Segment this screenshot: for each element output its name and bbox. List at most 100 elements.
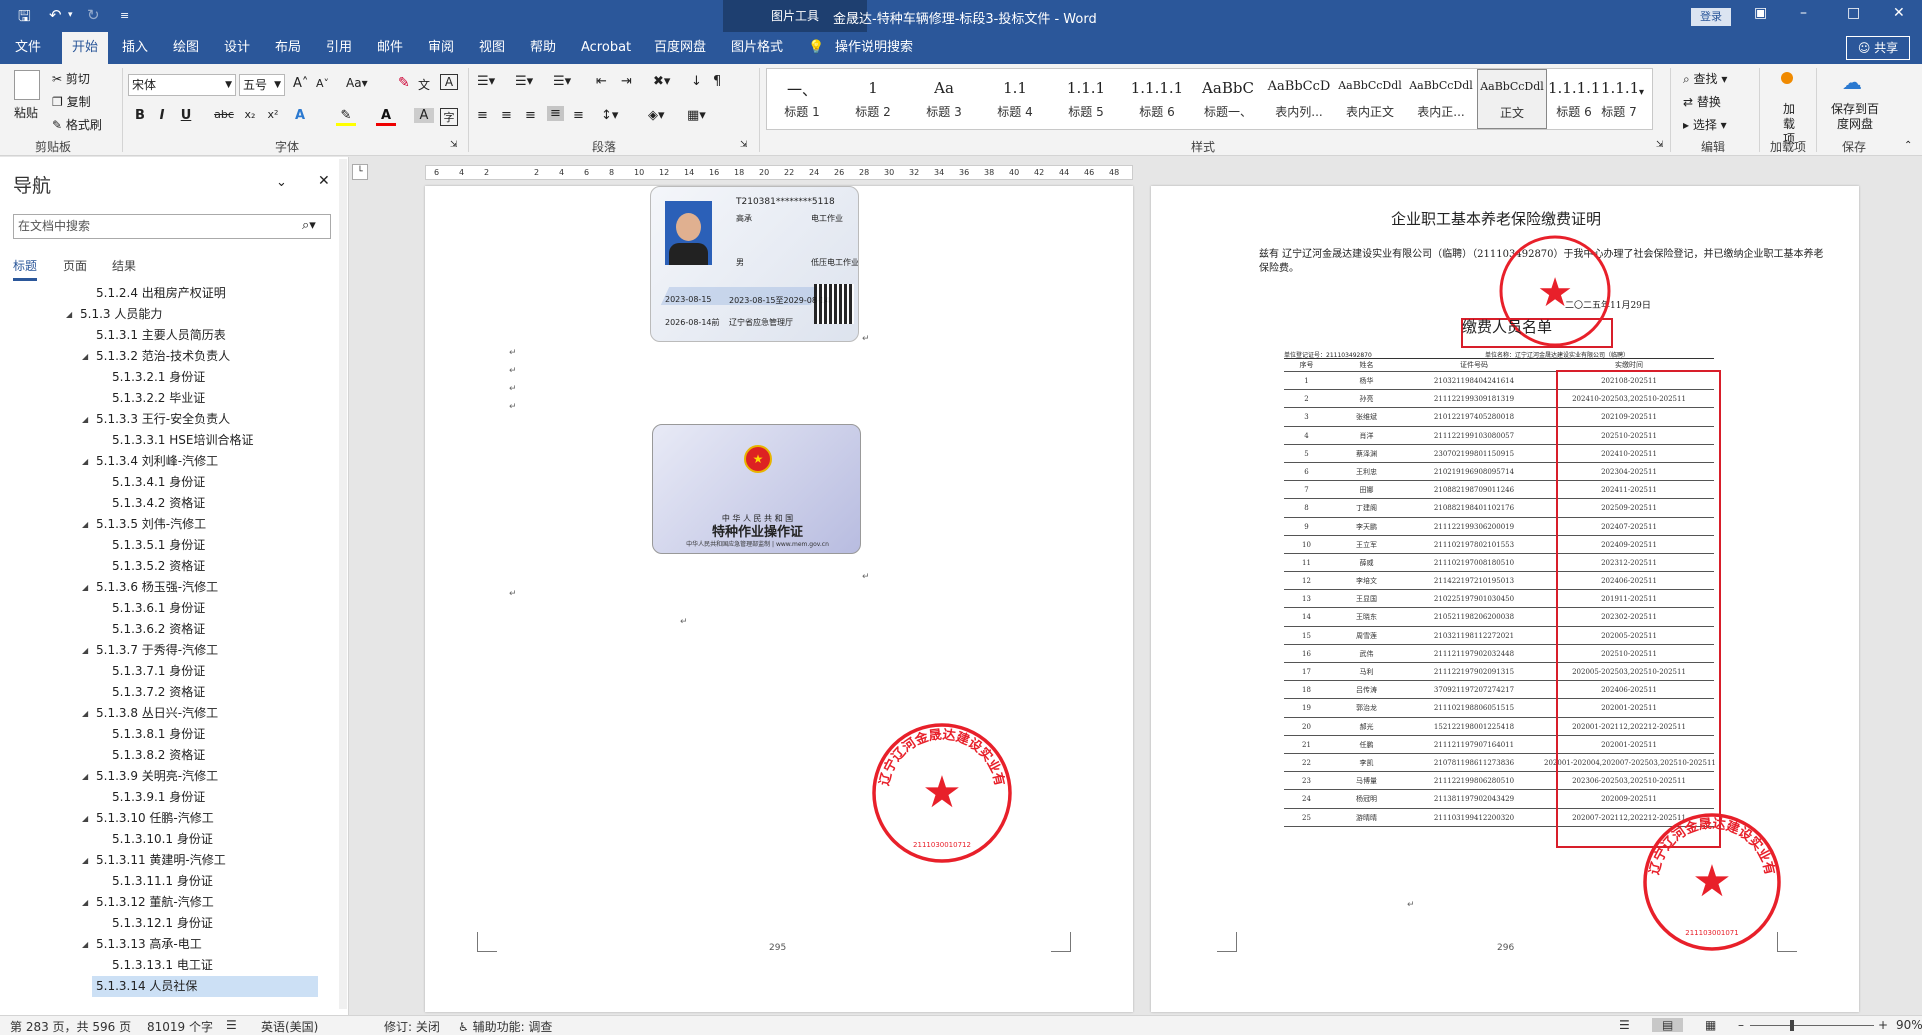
nav-heading-item[interactable]: 5.1.3.5.1 身份证 — [0, 535, 349, 556]
nav-heading-item[interactable]: 5.1.3.8.1 身份证 — [0, 724, 349, 745]
web-layout-icon[interactable]: ▦ — [1705, 1018, 1716, 1032]
page-count[interactable]: 第 283 页，共 596 页 — [10, 1018, 131, 1035]
borders-icon[interactable]: ▦▾ — [687, 108, 706, 123]
accessibility-status[interactable]: ♿ 辅助功能: 调查 — [458, 1018, 552, 1035]
collapse-toggle-icon[interactable]: ◢ — [82, 703, 88, 724]
nav-heading-item[interactable]: 5.1.3.3.1 HSE培训合格证 — [0, 430, 349, 451]
tab-selector[interactable]: └ — [352, 164, 368, 180]
style-item-selected[interactable]: AaBbCcDdl 正文 — [1477, 69, 1547, 129]
nav-heading-item[interactable]: 5.1.3.7.2 资格证 — [0, 682, 349, 703]
language[interactable]: 英语(美国) — [261, 1018, 318, 1035]
ribbon-display-icon[interactable]: ▣ — [1754, 5, 1767, 21]
find-button[interactable]: ⌕ 查找 ▾ — [1683, 70, 1727, 87]
search-icon[interactable]: ⌕▾ — [302, 218, 316, 233]
show-marks-icon[interactable]: ¶ — [713, 74, 721, 89]
multilevel-icon[interactable]: ☰▾ — [553, 74, 571, 89]
baidu-cloud-icon[interactable]: ☁ — [1842, 70, 1862, 94]
font-size-combo[interactable]: 五号 ▼ — [239, 74, 285, 96]
tab-help[interactable]: 帮助 — [530, 32, 556, 64]
tab-layout[interactable]: 布局 — [275, 32, 301, 64]
chinese-layout-icon[interactable]: ✖▾ — [653, 74, 670, 89]
redo-icon[interactable]: ↻ — [87, 6, 100, 24]
style-item[interactable]: 1.1 标题 4 — [980, 69, 1050, 129]
char-border-icon[interactable]: A — [440, 74, 458, 90]
style-item[interactable]: 1.1.1 标题 5 — [1051, 69, 1121, 129]
style-item[interactable]: Aa 标题 3 — [909, 69, 979, 129]
justify-icon[interactable]: ≡ — [547, 106, 564, 121]
style-item[interactable]: 1.1.1.1 标题 6 — [1122, 69, 1192, 129]
select-button[interactable]: ▸ 选择 ▾ — [1683, 116, 1727, 133]
nav-heading-item[interactable]: ◢ 5.1.3.8 丛日兴-汽修工 — [0, 703, 349, 724]
tab-review[interactable]: 审阅 — [428, 32, 454, 64]
collapse-toggle-icon[interactable]: ◢ — [82, 934, 88, 955]
paste-icon[interactable] — [14, 70, 40, 100]
print-layout-icon[interactable]: ▤ — [1652, 1018, 1684, 1032]
nav-heading-item[interactable]: ◢ 5.1.3 人员能力 — [0, 304, 349, 325]
nav-heading-item[interactable]: 5.1.3.5.2 资格证 — [0, 556, 349, 577]
collapse-toggle-icon[interactable]: ◢ — [66, 304, 72, 325]
nav-heading-item[interactable]: ◢ 5.1.3.6 杨玉强-汽修工 — [0, 577, 349, 598]
clear-format-icon[interactable]: ✎ — [398, 75, 410, 91]
nav-tab-pages[interactable]: 页面 — [63, 257, 87, 274]
enclose-char-icon[interactable]: 字 — [440, 108, 458, 126]
sort-icon[interactable]: ↓ — [691, 74, 702, 89]
align-center-icon[interactable]: ≡ — [501, 108, 512, 123]
nav-heading-item[interactable]: 5.1.3.7.1 身份证 — [0, 661, 349, 682]
align-right-icon[interactable]: ≡ — [525, 108, 536, 123]
style-item[interactable]: 一、 标题 1 — [767, 69, 837, 129]
copy-button[interactable]: ❐ 复制 — [52, 93, 91, 110]
dialog-launcher-icon[interactable]: ⇲ — [450, 140, 458, 150]
nav-heading-item[interactable]: 5.1.3.9.1 身份证 — [0, 787, 349, 808]
undo-dropdown-icon[interactable]: ▾ — [68, 10, 73, 20]
tab-file[interactable]: 文件 — [15, 32, 41, 64]
zoom-slider[interactable] — [1750, 1025, 1874, 1026]
replace-button[interactable]: ⇄ 替换 — [1683, 93, 1721, 110]
track-changes-status[interactable]: 修订: 关闭 — [384, 1018, 440, 1035]
style-item[interactable]: AaBbCcDdl 表内正... — [1406, 69, 1476, 129]
nav-heading-item[interactable]: ◢ 5.1.3.13 高承-电工 — [0, 934, 349, 955]
tab-home[interactable]: 开始 — [62, 32, 109, 64]
nav-heading-item[interactable]: ◢ 5.1.3.12 董航-汽修工 — [0, 892, 349, 913]
collapse-ribbon-icon[interactable]: ⌃ — [1904, 140, 1912, 151]
save-icon[interactable]: 🖫 — [18, 6, 31, 31]
close-window-icon[interactable]: ✕ — [1893, 5, 1905, 21]
change-case-icon[interactable]: Aa▾ — [346, 76, 368, 90]
proofing-icon[interactable]: ☰ — [226, 1018, 237, 1032]
nav-heading-item[interactable]: ◢ 5.1.3.3 王行-安全负责人 — [0, 409, 349, 430]
nav-heading-item[interactable]: ◢ 5.1.3.9 关明亮-汽修工 — [0, 766, 349, 787]
undo-icon[interactable]: ↶ — [49, 6, 62, 24]
zoom-in-icon[interactable]: + — [1878, 1018, 1888, 1032]
tab-mailings[interactable]: 邮件 — [377, 32, 403, 64]
addins-icon[interactable] — [1781, 72, 1793, 84]
nav-heading-item[interactable]: 5.1.2.4 出租房产权证明 — [0, 283, 349, 304]
tab-acrobat[interactable]: Acrobat — [581, 32, 631, 64]
nav-heading-item[interactable]: 5.1.3.4.2 资格证 — [0, 493, 349, 514]
decrease-indent-icon[interactable]: ⇤ — [596, 74, 607, 89]
grow-font-icon[interactable]: A˄ — [293, 76, 308, 91]
nav-heading-item[interactable]: ◢ 5.1.3.10 任鹏-汽修工 — [0, 808, 349, 829]
nav-heading-item[interactable]: 5.1.3.6.2 资格证 — [0, 619, 349, 640]
save-baidu-button[interactable]: 保存到百度网盘 — [1827, 102, 1883, 132]
nav-tab-headings[interactable]: 标题 — [13, 257, 38, 281]
collapse-toggle-icon[interactable]: ◢ — [82, 451, 88, 472]
zoom-level[interactable]: 90% — [1896, 1018, 1922, 1032]
nav-heading-item[interactable]: 5.1.3.2.1 身份证 — [0, 367, 349, 388]
style-item[interactable]: 1.1.1.1 标题 7 — [1601, 69, 1637, 129]
tab-view[interactable]: 视图 — [479, 32, 505, 64]
italic-icon[interactable]: I — [152, 108, 172, 123]
nav-tab-results[interactable]: 结果 — [112, 257, 136, 274]
highlight-icon[interactable]: ✎ — [336, 108, 356, 126]
zoom-thumb[interactable] — [1790, 1020, 1794, 1031]
strikethrough-icon[interactable]: abc — [214, 108, 234, 121]
nav-heading-item[interactable]: ◢ 5.1.3.2 范治-技术负责人 — [0, 346, 349, 367]
phonetic-guide-icon[interactable]: 文 — [418, 76, 430, 93]
paste-button[interactable]: 粘贴 — [14, 104, 38, 121]
font-color-icon[interactable]: A — [376, 108, 396, 126]
shading-icon[interactable]: ◈▾ — [648, 108, 665, 123]
superscript-icon[interactable]: x² — [263, 108, 283, 121]
nav-heading-item[interactable]: ◢ 5.1.3.7 于秀得-汽修工 — [0, 640, 349, 661]
nav-options-icon[interactable]: ⌄ — [276, 175, 287, 190]
dialog-launcher-icon[interactable]: ⇲ — [1656, 140, 1664, 150]
collapse-toggle-icon[interactable]: ◢ — [82, 850, 88, 871]
distributed-icon[interactable]: ≡ — [573, 108, 584, 123]
